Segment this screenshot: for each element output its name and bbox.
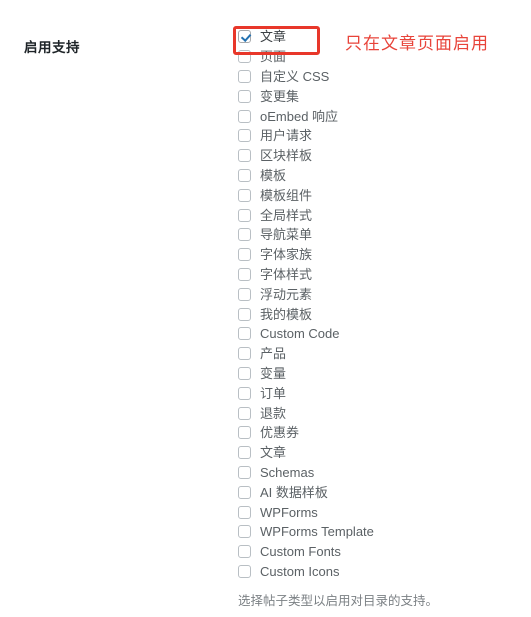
checkbox-icon[interactable] <box>238 564 251 578</box>
checkbox-icon[interactable] <box>238 347 251 361</box>
checkbox-label: 订单 <box>260 385 287 401</box>
checkbox-label: 字体家族 <box>260 247 313 263</box>
checkbox-icon[interactable] <box>238 109 251 123</box>
checkbox-icon[interactable] <box>238 248 251 262</box>
checkbox-icon[interactable] <box>238 465 251 479</box>
checkbox-label: 用户请求 <box>260 128 313 144</box>
post-type-checkbox-list: 文章 页面 自定义 CSS 变更集 oEmbed 响应 用户请求 区块样板 模板 模板组件 全局样… <box>238 27 518 609</box>
checkbox-icon[interactable] <box>238 327 251 341</box>
checkbox-row[interactable]: 字体样式 <box>238 265 518 285</box>
checkbox-row[interactable]: Custom Icons <box>238 562 518 582</box>
checkbox-icon[interactable] <box>238 267 251 281</box>
checkbox-row[interactable]: 文章 <box>238 443 518 463</box>
enable-support-setting-row: 启用支持 文章 页面 自定义 CSS 变更集 oEmbed 响应 用户请求 区块样板 模板 模板… <box>0 0 531 617</box>
checkbox-row[interactable]: Schemas <box>238 463 518 483</box>
checkbox-label: Custom Fonts <box>260 544 341 560</box>
checkbox-icon[interactable] <box>238 446 251 460</box>
checkbox-icon[interactable] <box>238 366 251 380</box>
checkbox-label: 全局样式 <box>260 207 313 223</box>
checkbox-checked-icon[interactable] <box>238 30 251 44</box>
checkbox-label: 自定义 CSS <box>260 68 330 84</box>
checkbox-label: 页面 <box>260 49 287 65</box>
checkbox-icon[interactable] <box>238 386 251 400</box>
checkbox-icon[interactable] <box>238 168 251 182</box>
field-label-enable-support: 启用支持 <box>24 40 80 55</box>
field-description: 选择帖子类型以启用对目录的支持。 <box>238 594 439 609</box>
checkbox-group: 文章 页面 自定义 CSS 变更集 oEmbed 响应 用户请求 区块样板 模板 模板组件 全局样… <box>238 27 518 581</box>
checkbox-row[interactable]: 全局样式 <box>238 205 518 225</box>
checkbox-label: 模板 <box>260 167 287 183</box>
checkbox-label: 变量 <box>260 365 287 381</box>
checkbox-label: 字体样式 <box>260 266 313 282</box>
checkbox-label: Schemas <box>260 464 315 480</box>
checkbox-icon[interactable] <box>238 406 251 420</box>
checkbox-row[interactable]: AI 数据样板 <box>238 482 518 502</box>
annotation-text: 只在文章页面启用 <box>345 34 489 54</box>
checkbox-row[interactable]: 用户请求 <box>238 126 518 146</box>
checkbox-icon[interactable] <box>238 69 251 83</box>
checkbox-row[interactable]: 订单 <box>238 383 518 403</box>
checkbox-label: WPForms <box>260 504 318 520</box>
checkbox-row[interactable]: 模板 <box>238 166 518 186</box>
checkbox-icon[interactable] <box>238 307 251 321</box>
checkbox-row[interactable]: 字体家族 <box>238 245 518 265</box>
checkbox-icon[interactable] <box>238 505 251 519</box>
checkbox-icon[interactable] <box>238 89 251 103</box>
checkbox-icon[interactable] <box>238 208 251 222</box>
checkbox-label: 变更集 <box>260 88 300 104</box>
checkbox-row[interactable]: 导航菜单 <box>238 225 518 245</box>
checkbox-row[interactable]: 模板组件 <box>238 185 518 205</box>
checkbox-row[interactable]: 变量 <box>238 364 518 384</box>
checkbox-label: 导航菜单 <box>260 227 313 243</box>
checkbox-icon[interactable] <box>238 485 251 499</box>
checkbox-icon[interactable] <box>238 188 251 202</box>
checkbox-icon[interactable] <box>238 545 251 559</box>
checkbox-row[interactable]: WPForms <box>238 502 518 522</box>
checkbox-row[interactable]: 浮动元素 <box>238 284 518 304</box>
checkbox-icon[interactable] <box>238 129 251 143</box>
checkbox-label: AI 数据样板 <box>260 484 328 500</box>
checkbox-label: 文章 <box>260 445 287 461</box>
checkbox-row[interactable]: 变更集 <box>238 86 518 106</box>
checkbox-label: Custom Icons <box>260 563 340 579</box>
checkbox-row[interactable]: 产品 <box>238 344 518 364</box>
checkbox-label: 退款 <box>260 405 287 421</box>
checkbox-row[interactable]: 退款 <box>238 403 518 423</box>
checkbox-label: 区块样板 <box>260 148 313 164</box>
checkbox-row[interactable]: WPForms Template <box>238 522 518 542</box>
checkbox-label: WPForms Template <box>260 524 374 540</box>
checkbox-label: 文章 <box>260 29 287 45</box>
checkbox-row[interactable]: 区块样板 <box>238 146 518 166</box>
checkbox-icon[interactable] <box>238 287 251 301</box>
checkbox-icon[interactable] <box>238 50 251 64</box>
checkbox-label: 浮动元素 <box>260 286 313 302</box>
checkbox-icon[interactable] <box>238 426 251 440</box>
checkbox-label: oEmbed 响应 <box>260 108 339 124</box>
checkbox-row[interactable]: 我的模板 <box>238 304 518 324</box>
checkbox-label: 产品 <box>260 346 287 362</box>
checkbox-label: 模板组件 <box>260 187 313 203</box>
checkbox-label: 优惠券 <box>260 425 300 441</box>
checkbox-row[interactable]: oEmbed 响应 <box>238 106 518 126</box>
checkbox-label: Custom Code <box>260 326 340 342</box>
checkbox-row[interactable]: Custom Fonts <box>238 542 518 562</box>
checkbox-icon[interactable] <box>238 525 251 539</box>
checkbox-row[interactable]: 自定义 CSS <box>238 67 518 87</box>
checkbox-label: 我的模板 <box>260 306 313 322</box>
checkbox-icon[interactable] <box>238 149 251 163</box>
checkbox-row[interactable]: 优惠券 <box>238 423 518 443</box>
checkbox-icon[interactable] <box>238 228 251 242</box>
checkbox-row[interactable]: Custom Code <box>238 324 518 344</box>
